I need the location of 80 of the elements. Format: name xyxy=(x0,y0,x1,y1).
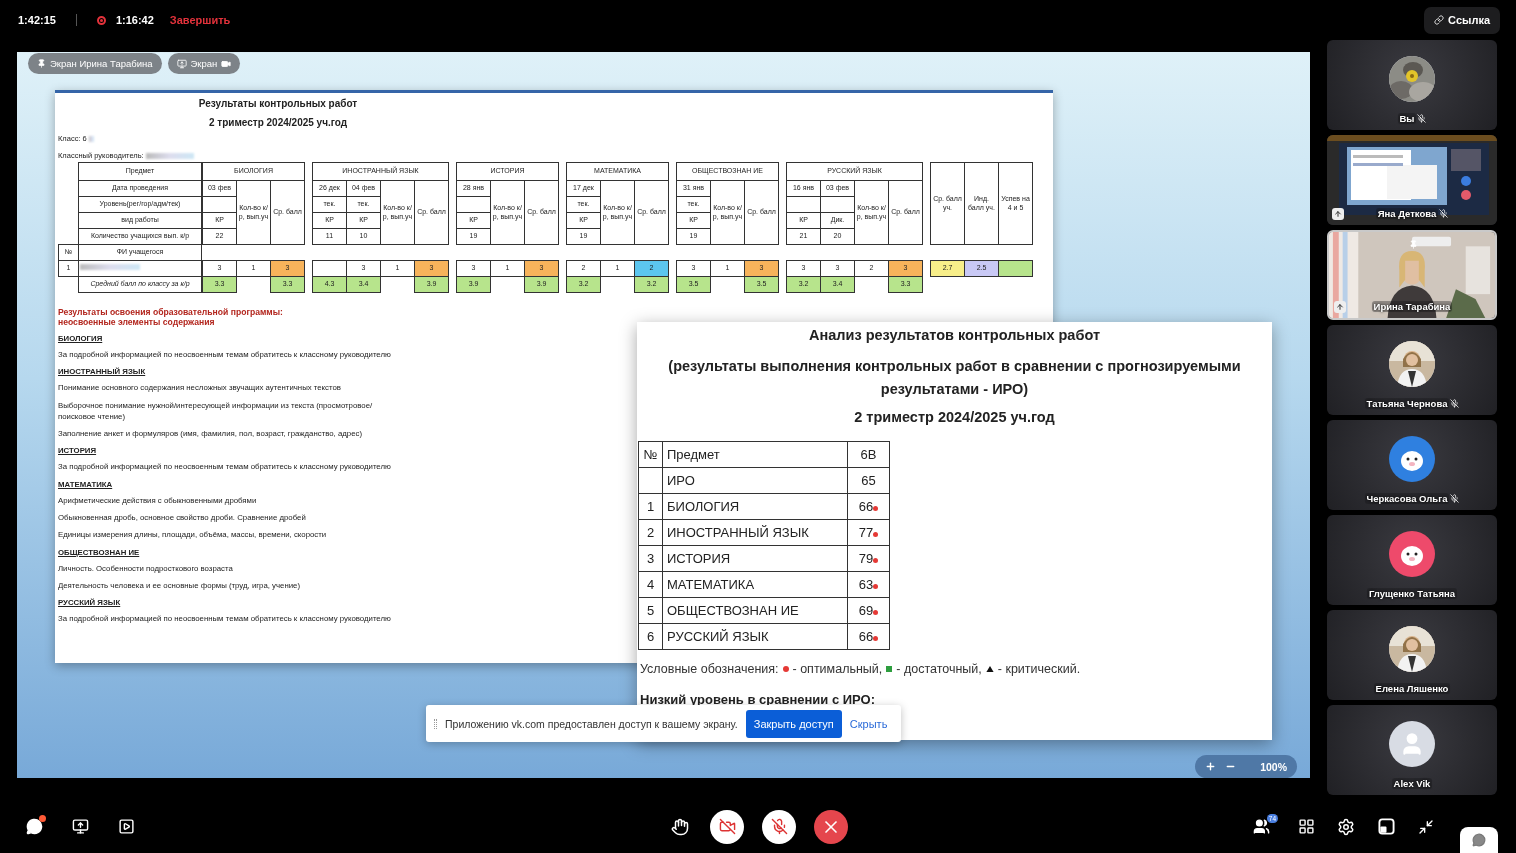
legend-text: - достаточный, xyxy=(896,661,982,676)
stop-sharing-button[interactable]: Закрыть доступ xyxy=(745,709,842,738)
low-level-heading: Низкий уровень в сравнении с ИРО: xyxy=(640,691,876,707)
notification-text: Приложению vk.com предоставлен доступ к вашему экрану. xyxy=(445,717,738,730)
legend-label: Условные обозначения: xyxy=(640,661,779,676)
table-cell: 63 xyxy=(847,571,890,598)
legend-text: - критический. xyxy=(997,661,1081,676)
link-button[interactable]: Ссылка xyxy=(1424,6,1500,34)
table-header-cell: № xyxy=(638,441,663,468)
hand-icon xyxy=(671,817,689,836)
participant-tile[interactable]: Вы xyxy=(1327,40,1497,130)
table-cell xyxy=(638,467,663,494)
table-cell: 4 xyxy=(638,571,663,598)
elapsed-time: 1:42:15 xyxy=(18,14,56,26)
table-cell: 65 xyxy=(847,467,890,494)
table-cell: МАТЕМАТИКА xyxy=(662,571,848,598)
table-cell: 79 xyxy=(847,545,890,572)
screen-share-icon xyxy=(176,58,187,69)
grid-icon xyxy=(1297,818,1315,835)
hide-link[interactable]: Скрыть xyxy=(849,717,888,730)
table-cell: ИСТОРИЯ xyxy=(662,545,848,572)
table-cell: 66 xyxy=(847,623,890,650)
table-cell: 69 xyxy=(847,597,890,624)
chat-icon xyxy=(1472,833,1486,847)
table-cell: 1 xyxy=(638,493,663,520)
table-cell: РУССКИЙ ЯЗЫК xyxy=(662,623,848,650)
stop-recording-link[interactable]: Завершить xyxy=(169,14,231,26)
table-cell: ИНОСТРАННЫЙ ЯЗЫК xyxy=(662,519,848,546)
table-cell: 3 xyxy=(638,545,663,572)
table-cell: 6 xyxy=(638,623,663,650)
participant-tile[interactable]: Татьяна Чернова xyxy=(1327,325,1497,415)
section-heading: Результаты освоения образовательной программы: xyxy=(58,307,284,317)
document-title: Результаты контрольных работ xyxy=(198,98,358,109)
link-icon xyxy=(1434,15,1445,25)
participant-tile[interactable]: Alex Vik xyxy=(1327,705,1497,795)
analysis-title: Анализ результатов контрольных работ xyxy=(809,326,1100,345)
table-cell: 2 xyxy=(638,519,663,546)
table-cell: 5 xyxy=(638,597,663,624)
screen-share-icon xyxy=(71,818,89,835)
analysis-subtitle: (результаты выполнения контрольных работ в сравнении с прогнозируемыми результатами - ИРО) xyxy=(667,357,1242,400)
table-cell: ИРО xyxy=(662,467,848,494)
play-square-icon xyxy=(117,818,135,835)
table-cell: 66 xyxy=(847,493,890,520)
camera-icon xyxy=(221,58,232,69)
pin-icon xyxy=(37,59,46,68)
participant-tile[interactable]: Черкасова Ольга xyxy=(1327,420,1497,510)
recording-time: 1:16:42 xyxy=(115,14,154,26)
settings-icon xyxy=(1337,817,1355,836)
redacted-text xyxy=(145,152,194,159)
legend-text: - оптимальный, xyxy=(792,661,883,676)
table-cell: БИОЛОГИЯ xyxy=(662,493,848,520)
table-header-cell: 6В xyxy=(847,441,890,468)
table-cell: ОБЩЕСТВОЗНАН ИЕ xyxy=(662,597,848,624)
section-heading: неосвоенные элементы содержания xyxy=(58,317,216,327)
table-cell xyxy=(312,260,347,277)
zoom-level: 100% xyxy=(1260,760,1287,773)
mic-off-icon xyxy=(770,818,788,835)
table-header-cell: Предмет xyxy=(662,441,848,468)
pin-icon xyxy=(1409,240,1418,249)
participant-tile[interactable]: Елена Ляшенко xyxy=(1327,610,1497,700)
chat-panel-button[interactable] xyxy=(1460,827,1498,853)
drag-handle-icon xyxy=(434,718,437,729)
microphone-button[interactable] xyxy=(762,809,796,844)
minimize-icon xyxy=(1418,818,1434,835)
screen-tag[interactable]: Экран Ирина Тарабина xyxy=(28,53,162,74)
camera-button[interactable] xyxy=(710,809,744,844)
participant-tile[interactable]: Глущенко Татьяна xyxy=(1327,515,1497,605)
table-cell: 77 xyxy=(847,519,890,546)
people-icon xyxy=(1252,818,1270,835)
chat-icon xyxy=(25,818,43,835)
zoom-in-icon[interactable] xyxy=(1205,761,1216,772)
screen-tag[interactable]: Экран xyxy=(167,53,241,74)
default-avatar xyxy=(1389,721,1435,767)
redacted-text xyxy=(88,135,94,142)
hang-up-button[interactable] xyxy=(814,809,848,844)
analysis-period: 2 триместр 2024/2025 уч.год xyxy=(854,407,1055,427)
participant-tile[interactable]: Яна Деткова xyxy=(1327,135,1497,225)
layout-icon xyxy=(1377,818,1395,835)
document-subtitle: 2 триместр 2024/2025 уч.год xyxy=(208,117,348,128)
camera-off-icon xyxy=(718,818,736,835)
